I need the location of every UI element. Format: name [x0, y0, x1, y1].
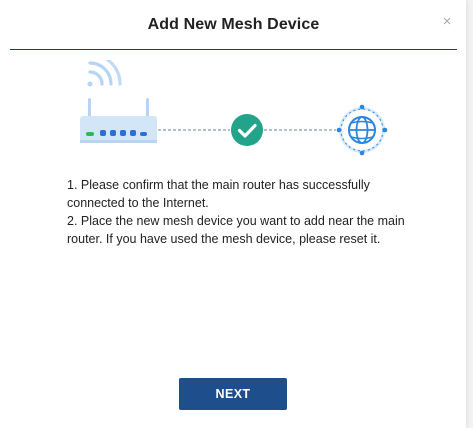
connection-diagram — [80, 60, 388, 156]
router-icon — [80, 98, 157, 143]
dialog-title: Add New Mesh Device — [147, 16, 320, 33]
router-status-led — [86, 132, 94, 136]
close-button[interactable]: × — [439, 14, 455, 30]
add-mesh-device-dialog: Add New Mesh Device × 1. Please confirm … — [0, 0, 466, 428]
dialog-header: Add New Mesh Device × — [10, 0, 457, 50]
instruction-step-2: 2. Place the new mesh device you want to… — [67, 214, 405, 246]
globe-icon — [336, 104, 388, 156]
setup-instructions: 1. Please confirm that the main router h… — [67, 176, 407, 248]
next-button[interactable]: NEXT — [179, 378, 287, 410]
checkmark-circle-icon — [231, 114, 263, 146]
close-icon: × — [442, 13, 452, 30]
background-window-edge — [465, 0, 473, 428]
wifi-icon — [87, 60, 122, 87]
instruction-step-1: 1. Please confirm that the main router h… — [67, 178, 370, 210]
